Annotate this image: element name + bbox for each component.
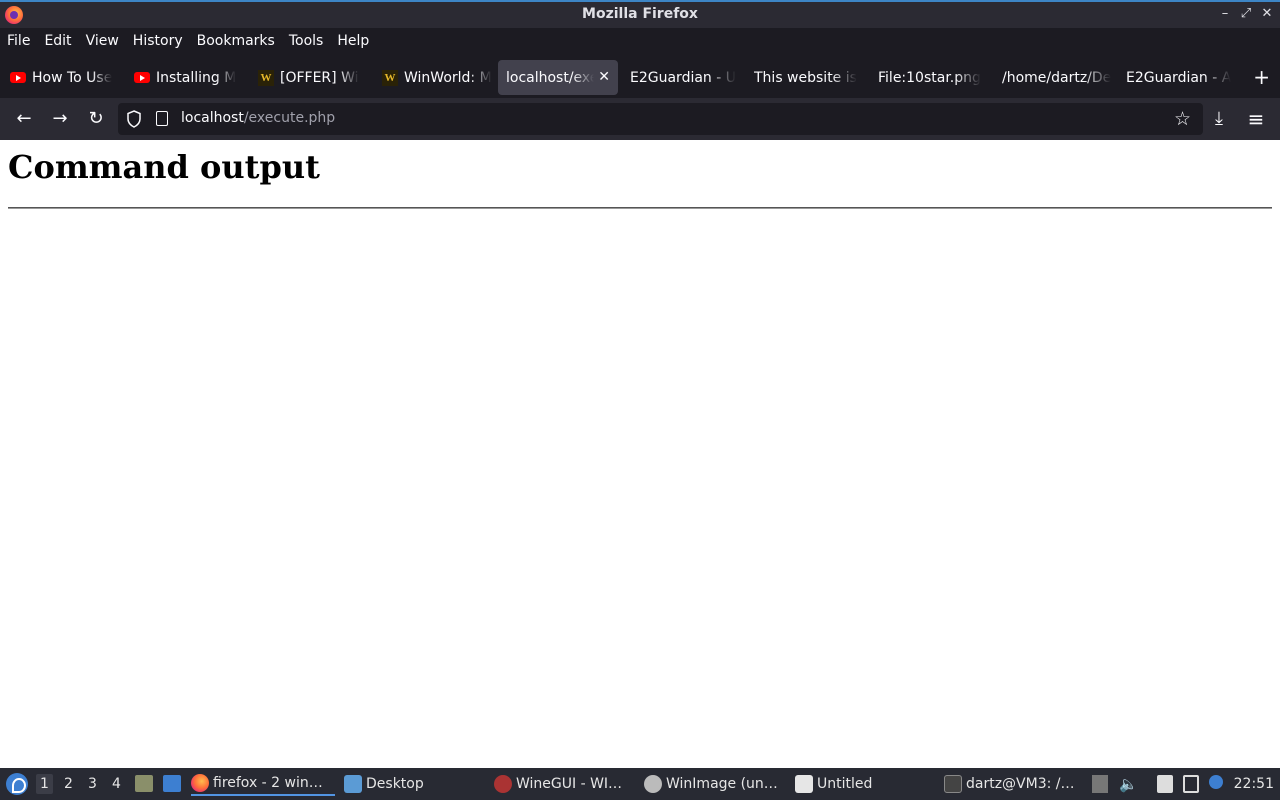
tab-label: localhost/exe [506, 69, 594, 86]
maximize-button[interactable]: ⤢ [1237, 6, 1255, 21]
task-winimage[interactable]: WinImage (un… [644, 772, 778, 796]
page-heading: Command output [8, 148, 320, 186]
wine-icon [494, 775, 512, 793]
page-content: Command output [0, 140, 1280, 768]
minimize-button[interactable]: – [1216, 6, 1234, 21]
downloads-icon[interactable]: ⤓ [1207, 107, 1231, 131]
task-firefox[interactable]: firefox - 2 win… [191, 772, 335, 796]
youtube-icon [10, 72, 26, 83]
taskbar: 1 2 3 4 firefox - 2 win… Desktop WineGUI… [0, 768, 1280, 800]
notification-icon[interactable] [1209, 775, 1223, 789]
close-tab-icon[interactable]: ✕ [598, 69, 610, 85]
url-bar[interactable]: localhost/execute.php ☆ [118, 103, 1203, 135]
file-manager-launcher-icon[interactable] [135, 775, 153, 792]
forward-button[interactable]: → [48, 107, 72, 131]
tab-label: This website is [754, 69, 857, 86]
new-tab-button[interactable]: + [1253, 65, 1270, 89]
youtube-icon [134, 72, 150, 83]
tab-label: [OFFER] Wi [280, 69, 359, 86]
clock[interactable]: 22:51 [1234, 776, 1274, 792]
menu-file[interactable]: File [7, 33, 30, 49]
network-icon[interactable] [1183, 775, 1199, 793]
tab[interactable]: File:10star.png [870, 60, 990, 95]
task-label: WinImage (un… [666, 776, 778, 792]
page-info-icon[interactable] [156, 111, 168, 126]
workspace-2[interactable]: 2 [64, 776, 73, 792]
menu-help[interactable]: Help [337, 33, 369, 49]
volume-icon[interactable]: 🔈 [1119, 775, 1138, 793]
workspace-4[interactable]: 4 [112, 776, 121, 792]
task-winegui[interactable]: WineGUI - WI… [494, 772, 622, 796]
url-path: /execute.php [243, 110, 336, 126]
winworld-icon: W [258, 69, 274, 86]
terminal-icon [944, 775, 962, 793]
winimage-icon [644, 775, 662, 793]
workspace-3[interactable]: 3 [88, 776, 97, 792]
task-desktop[interactable]: Desktop [344, 772, 424, 796]
tab-label: WinWorld: M [404, 69, 492, 86]
tab-label: How To Use [32, 69, 113, 86]
horizontal-rule [8, 207, 1272, 209]
tab[interactable]: Installing M [126, 60, 246, 95]
task-label: dartz@VM3: /… [966, 776, 1075, 792]
tab-label: E2Guardian - U [630, 69, 736, 86]
window-title: Mozilla Firefox [582, 6, 698, 22]
navigation-toolbar: ← → ↻ localhost/execute.php ☆ ⤓ ≡ [0, 98, 1280, 140]
tab-label: E2Guardian - A [1126, 69, 1232, 86]
task-label: Untitled [817, 776, 873, 792]
task-label: Desktop [366, 776, 424, 792]
workspace-1[interactable]: 1 [36, 774, 53, 794]
eject-icon[interactable] [1092, 775, 1108, 793]
tab[interactable]: E2Guardian - A [1118, 60, 1238, 95]
menu-edit[interactable]: Edit [44, 33, 71, 49]
tab-label: /home/dartz/De [1002, 69, 1112, 86]
winworld-icon: W [382, 69, 398, 86]
tab[interactable]: E2Guardian - U [622, 60, 742, 95]
text-editor-icon [795, 775, 813, 793]
tab-label: File:10star.png [878, 69, 981, 86]
show-desktop-icon[interactable] [163, 775, 181, 792]
task-untitled[interactable]: Untitled [795, 772, 872, 796]
url-host: localhost [181, 110, 244, 126]
tab-active[interactable]: localhost/exe ✕ [498, 60, 618, 95]
folder-icon [344, 775, 362, 793]
menu-history[interactable]: History [133, 33, 183, 49]
firefox-icon [191, 774, 209, 792]
menu-bar: File Edit View History Bookmarks Tools H… [0, 28, 1280, 54]
window-titlebar: Mozilla Firefox – ⤢ ✕ [0, 0, 1280, 28]
tab[interactable]: W WinWorld: M [374, 60, 494, 95]
tab[interactable]: How To Use [2, 60, 122, 95]
task-label: firefox - 2 win… [213, 775, 323, 791]
tracking-shield-icon[interactable] [126, 110, 142, 128]
hamburger-menu-icon[interactable]: ≡ [1244, 107, 1268, 131]
tab[interactable]: W [OFFER] Wi [250, 60, 370, 95]
menu-view[interactable]: View [86, 33, 119, 49]
tab[interactable]: /home/dartz/De [994, 60, 1114, 95]
close-window-button[interactable]: ✕ [1258, 6, 1276, 21]
menu-tools[interactable]: Tools [289, 33, 324, 49]
tab[interactable]: This website is [746, 60, 866, 95]
clipboard-icon[interactable] [1157, 775, 1173, 793]
menu-bookmarks[interactable]: Bookmarks [197, 33, 275, 49]
tab-label: Installing M [156, 69, 237, 86]
tab-strip: How To Use Installing M W [OFFER] Wi W W… [0, 56, 1280, 98]
url-text[interactable]: localhost/execute.php [181, 110, 335, 126]
bookmark-star-icon[interactable]: ☆ [1174, 108, 1191, 130]
task-terminal[interactable]: dartz@VM3: /… [944, 772, 1075, 796]
task-label: WineGUI - WI… [516, 776, 623, 792]
start-menu-icon[interactable] [6, 773, 28, 795]
reload-button[interactable]: ↻ [84, 107, 108, 131]
back-button[interactable]: ← [12, 107, 36, 131]
